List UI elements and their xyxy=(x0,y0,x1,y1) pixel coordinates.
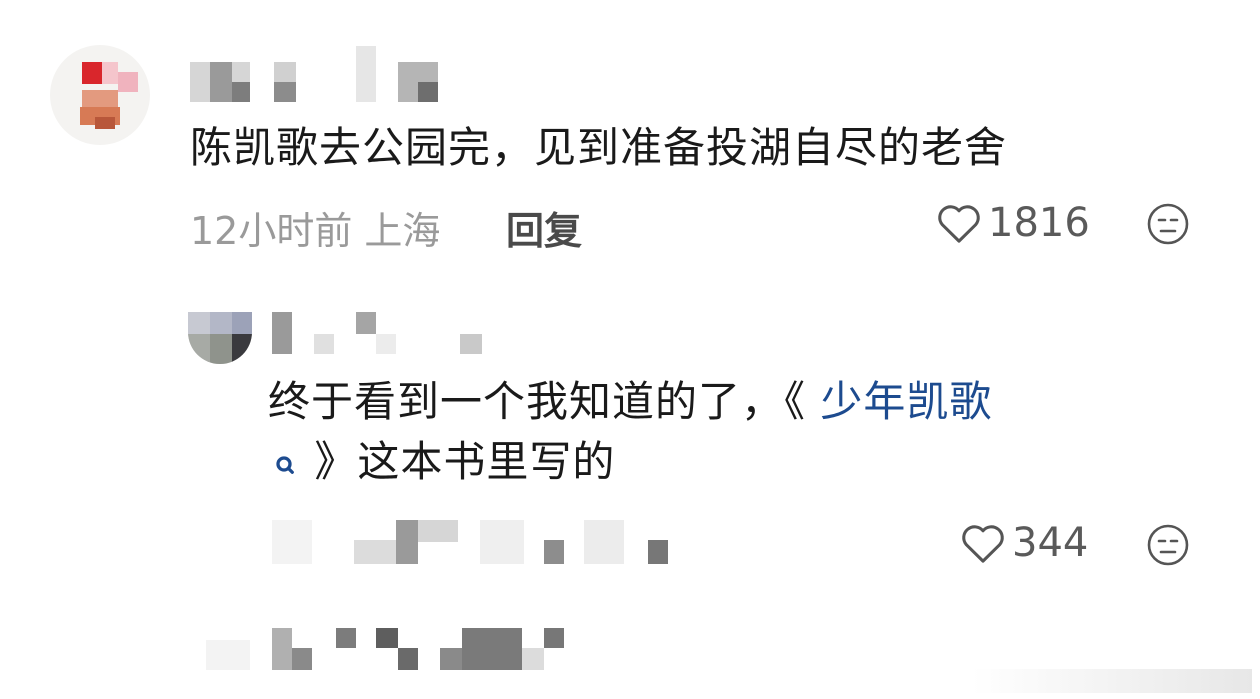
search-icon[interactable] xyxy=(268,438,300,498)
like-button[interactable]: 1816 xyxy=(936,200,1090,246)
watermark xyxy=(972,669,1252,693)
like-count: 1816 xyxy=(988,200,1090,246)
like-count: 344 xyxy=(1012,520,1089,566)
neutral-face-icon[interactable] xyxy=(1146,523,1190,567)
comment-time-location: 12小时前 上海 xyxy=(190,209,441,253)
avatar[interactable] xyxy=(50,45,150,145)
book-link[interactable]: 少年凯歌 xyxy=(806,377,992,426)
reply-text-part: 》这本书里写的 xyxy=(300,437,616,486)
avatar[interactable] xyxy=(188,312,252,364)
neutral-face-icon[interactable] xyxy=(1146,202,1190,246)
reply-text: 终于看到一个我知道的了，《 少年凯歌 》这本书里写的 xyxy=(268,372,1148,498)
reply-button[interactable]: 回复 xyxy=(506,200,582,255)
heart-outline-icon xyxy=(938,205,980,243)
like-button[interactable]: 344 xyxy=(960,520,1088,566)
comment-text: 陈凯歌去公园完，见到准备投湖自尽的老舍 xyxy=(190,123,1008,172)
reply-text-part: 终于看到一个我知道的了，《 xyxy=(268,377,807,426)
heart-outline-icon xyxy=(962,525,1004,563)
